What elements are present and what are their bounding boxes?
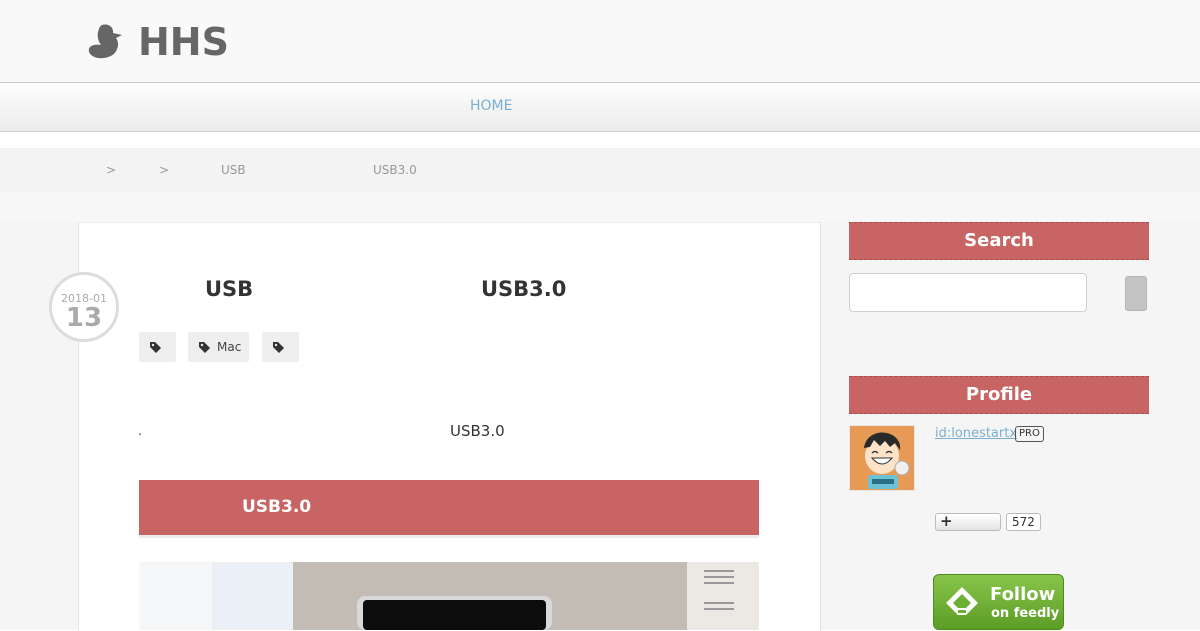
breadcrumb-item-current: USB3.0: [373, 163, 417, 177]
search-submit-button[interactable]: [1125, 276, 1147, 311]
feedly-icon: [946, 587, 978, 615]
feedly-label-follow: Follow: [990, 584, 1056, 605]
category-tag-3[interactable]: [262, 332, 299, 362]
category-tag-mac[interactable]: Mac: [188, 332, 249, 362]
breadcrumb-separator: >: [159, 163, 170, 177]
site-title: HHS: [138, 20, 229, 64]
intro-text: USB3.0: [450, 422, 505, 440]
intro-dot: .: [138, 424, 142, 438]
breadcrumb-item-usb[interactable]: USB: [221, 163, 246, 177]
search-input[interactable]: [849, 273, 1087, 312]
plus-icon: +: [940, 512, 953, 530]
follow-button[interactable]: +: [935, 512, 1001, 531]
site-logo-link[interactable]: HHS: [88, 20, 229, 64]
article-image: [139, 562, 759, 630]
tag-label: Mac: [217, 340, 242, 354]
feedly-label-on-feedly: on feedly: [991, 606, 1060, 621]
site-header: HHS: [0, 0, 1200, 83]
duck-icon: [88, 23, 128, 61]
profile-avatar[interactable]: [849, 425, 915, 491]
breadcrumb-separator: >: [106, 163, 117, 177]
entry-title-part2[interactable]: USB3.0: [481, 277, 566, 301]
pro-badge: PRO: [1015, 426, 1044, 442]
date-day: 13: [65, 303, 103, 333]
content-top-strip: [0, 192, 1200, 222]
tag-icon: [272, 341, 285, 354]
tag-icon: [149, 341, 162, 354]
follower-count: 572: [1006, 513, 1041, 531]
nav-home-link[interactable]: HOME: [470, 98, 512, 114]
entry-title-part1[interactable]: USB: [205, 277, 253, 301]
category-tag-1[interactable]: [139, 332, 176, 362]
search-module-title: Search: [849, 222, 1149, 260]
section-heading: USB3.0: [139, 480, 759, 538]
tag-icon: [198, 341, 211, 354]
section-heading-text: USB3.0: [242, 497, 312, 517]
global-nav: HOME: [0, 83, 1200, 132]
breadcrumb: > > USB USB3.0: [0, 148, 1200, 192]
profile-module-title: Profile: [849, 376, 1149, 414]
profile-id-link[interactable]: id:lonestartx: [935, 426, 1017, 441]
date-badge: 2018-01 13: [49, 272, 119, 342]
feedly-follow-button[interactable]: Follow on feedly: [933, 574, 1064, 630]
